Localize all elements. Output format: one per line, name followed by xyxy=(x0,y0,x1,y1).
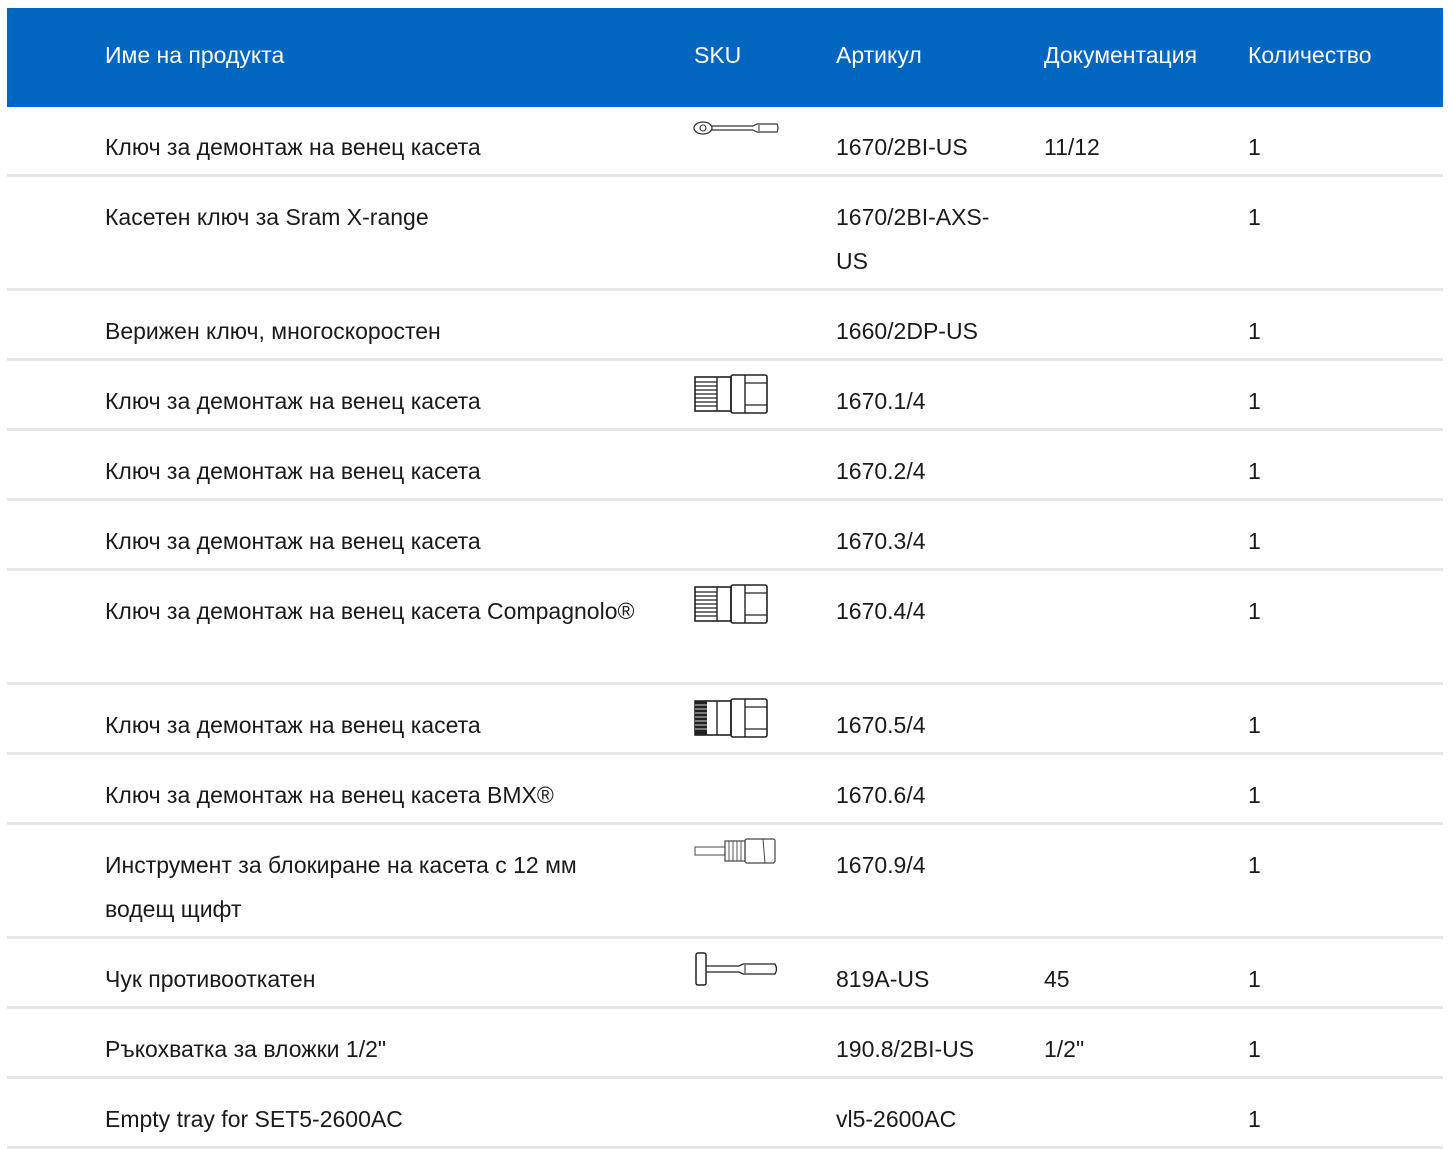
product-table: Име на продукта SKU Артикул Документация… xyxy=(7,8,1443,1149)
product-name[interactable]: Чук противооткатен xyxy=(105,957,645,1001)
header-documentation[interactable]: Документация xyxy=(1044,8,1197,107)
sku-empty xyxy=(693,767,783,807)
quantity: 1 xyxy=(1248,598,1261,624)
product-name[interactable]: Ключ за демонтаж на венец касета xyxy=(105,519,645,563)
sku-empty xyxy=(693,303,783,343)
product-name[interactable]: Ключ за демонтаж на венец касета xyxy=(105,703,645,747)
product-name[interactable]: Ключ за демонтаж на венец касета xyxy=(105,379,645,423)
cassette-tool-icon[interactable] xyxy=(693,583,783,624)
quantity: 1 xyxy=(1248,134,1261,160)
product-name[interactable]: Ключ за демонтаж на венец касета xyxy=(105,125,645,169)
article-number[interactable]: 1670/2BI-AXS-US xyxy=(836,195,1006,283)
product-name[interactable]: Ръкохватка за вложки 1/2" xyxy=(105,1027,645,1071)
table-header: Име на продукта SKU Артикул Документация… xyxy=(7,8,1443,107)
product-name[interactable]: Ключ за демонтаж на венец касета xyxy=(105,449,645,493)
article-number[interactable]: 1670.5/4 xyxy=(836,703,1006,747)
table-row: Ключ за демонтаж на венец касета 1670.3/4… xyxy=(7,501,1443,571)
article-number[interactable]: 190.8/2BI-US xyxy=(836,1027,1006,1071)
lockring-pin-tool-icon[interactable] xyxy=(693,837,783,877)
product-name[interactable]: Empty tray for SET5-2600AC xyxy=(105,1097,645,1141)
article-number[interactable]: 1670.6/4 xyxy=(836,773,1006,817)
article-number[interactable]: 1670.1/4 xyxy=(836,379,1006,423)
table-row: Ключ за демонтаж на венец касета 1670.1/… xyxy=(7,361,1443,431)
table-row: Касетен ключ за Sram X-range 1670/2BI-AXS… xyxy=(7,177,1443,291)
product-name[interactable]: Касетен ключ за Sram X-range xyxy=(105,195,645,239)
quantity: 1 xyxy=(1248,318,1261,344)
quantity: 1 xyxy=(1248,204,1261,230)
sku-empty xyxy=(693,1021,783,1061)
table-row: Ключ за демонтаж на венец касета BMX® 167… xyxy=(7,755,1443,825)
sku-empty xyxy=(693,513,783,553)
product-name[interactable]: Ключ за демонтаж на венец касета BMX® xyxy=(105,773,645,817)
product-name[interactable]: Инструмент за блокиране на касета с 12 м… xyxy=(105,843,645,931)
table-row: Ключ за демонтаж на венец касета 1670.2/4… xyxy=(7,431,1443,501)
table-row: Инструмент за блокиране на касета с 12 м… xyxy=(7,825,1443,939)
table-row: Ръкохватка за вложки 1/2" 190.8/2BI-US 1/2… xyxy=(7,1009,1443,1079)
article-number[interactable]: 819A-US xyxy=(836,957,1006,1001)
quantity: 1 xyxy=(1248,458,1261,484)
table-row: Ключ за демонтаж на венец касета 1670/2B… xyxy=(7,107,1443,177)
sku-empty xyxy=(693,189,783,229)
article-number[interactable]: vl5-2600AC xyxy=(836,1097,1006,1141)
table-row: Empty tray for SET5-2600AC vl5-2600AC 1 xyxy=(7,1079,1443,1149)
article-number[interactable]: 1660/2DP-US xyxy=(836,309,1006,353)
sku-empty xyxy=(693,443,783,483)
documentation: 1/2" xyxy=(1044,1036,1085,1062)
dead-blow-hammer-icon[interactable] xyxy=(693,951,783,991)
header-product-name[interactable]: Име на продукта xyxy=(105,8,284,107)
article-number[interactable]: 1670/2BI-US xyxy=(836,125,1006,169)
article-number[interactable]: 1670.3/4 xyxy=(836,519,1006,563)
table-row: Ключ за демонтаж на венец касета 1670.5/… xyxy=(7,685,1443,755)
quantity: 1 xyxy=(1248,712,1261,738)
quantity: 1 xyxy=(1248,782,1261,808)
product-name[interactable]: Верижен ключ, многоскоростен xyxy=(105,309,645,353)
table-row: Чук противооткатен 819A-US 45 1 xyxy=(7,939,1443,1009)
article-number[interactable]: 1670.2/4 xyxy=(836,449,1006,493)
ratchet-wrench-icon[interactable] xyxy=(693,119,783,159)
sku-empty xyxy=(693,1091,783,1131)
header-quantity[interactable]: Количество xyxy=(1248,8,1372,107)
table-row: Верижен ключ, многоскоростен 1660/2DP-US 1 xyxy=(7,291,1443,361)
quantity: 1 xyxy=(1248,1106,1261,1132)
documentation: 11/12 xyxy=(1044,134,1100,160)
header-sku[interactable]: SKU xyxy=(694,8,741,107)
table-row: Ключ за демонтаж на венец касета Compagn… xyxy=(7,571,1443,685)
cassette-tool-dense-icon[interactable] xyxy=(693,697,783,738)
article-number[interactable]: 1670.4/4 xyxy=(836,589,1006,633)
quantity: 1 xyxy=(1248,388,1261,414)
quantity: 1 xyxy=(1248,852,1261,878)
quantity: 1 xyxy=(1248,528,1261,554)
table-body: Ключ за демонтаж на венец касета 1670/2B… xyxy=(7,107,1443,1149)
product-name[interactable]: Ключ за демонтаж на венец касета Compagn… xyxy=(105,589,645,633)
quantity: 1 xyxy=(1248,966,1261,992)
documentation: 45 xyxy=(1044,966,1070,992)
quantity: 1 xyxy=(1248,1036,1261,1062)
header-article[interactable]: Артикул xyxy=(836,8,922,107)
cassette-tool-icon[interactable] xyxy=(693,373,783,414)
article-number[interactable]: 1670.9/4 xyxy=(836,843,1006,887)
